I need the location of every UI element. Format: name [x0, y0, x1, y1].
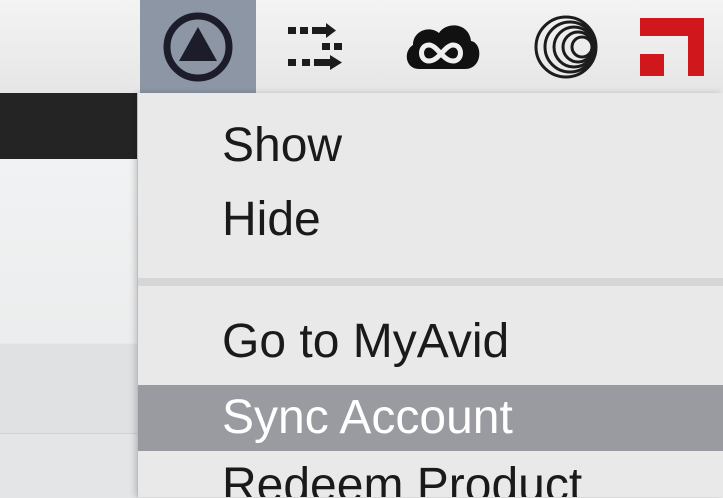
avid-application-manager-icon	[163, 12, 233, 81]
menu-item-sync-account[interactable]: Sync Account	[138, 385, 723, 451]
avid-menu-extra[interactable]	[140, 0, 256, 93]
red-app-menu-extra[interactable]	[630, 0, 723, 93]
red-square-app-icon	[640, 17, 704, 76]
spiral-menu-extra[interactable]	[522, 0, 610, 93]
creative-cloud-menu-extra[interactable]	[392, 0, 492, 93]
menu-item-redeem-product[interactable]: Redeem Product	[138, 453, 723, 497]
avid-dropdown-menu: Show Hide Go to MyAvid Sync Account Rede…	[138, 93, 723, 497]
transfer-menu-extra[interactable]	[272, 0, 362, 93]
menu-item-show[interactable]: Show	[138, 113, 723, 179]
transfer-arrows-icon	[288, 22, 342, 70]
spiral-circles-icon	[534, 15, 598, 78]
background-window-row	[0, 343, 138, 434]
background-window-titlebar	[0, 93, 138, 159]
menu-item-go-to-myavid[interactable]: Go to MyAvid	[138, 309, 723, 375]
background-window	[0, 93, 138, 498]
creative-cloud-icon	[406, 24, 480, 69]
background-window-footer	[0, 433, 138, 498]
menu-item-hide[interactable]: Hide	[138, 187, 723, 253]
menu-separator	[138, 278, 723, 286]
menu-bar	[0, 0, 723, 94]
